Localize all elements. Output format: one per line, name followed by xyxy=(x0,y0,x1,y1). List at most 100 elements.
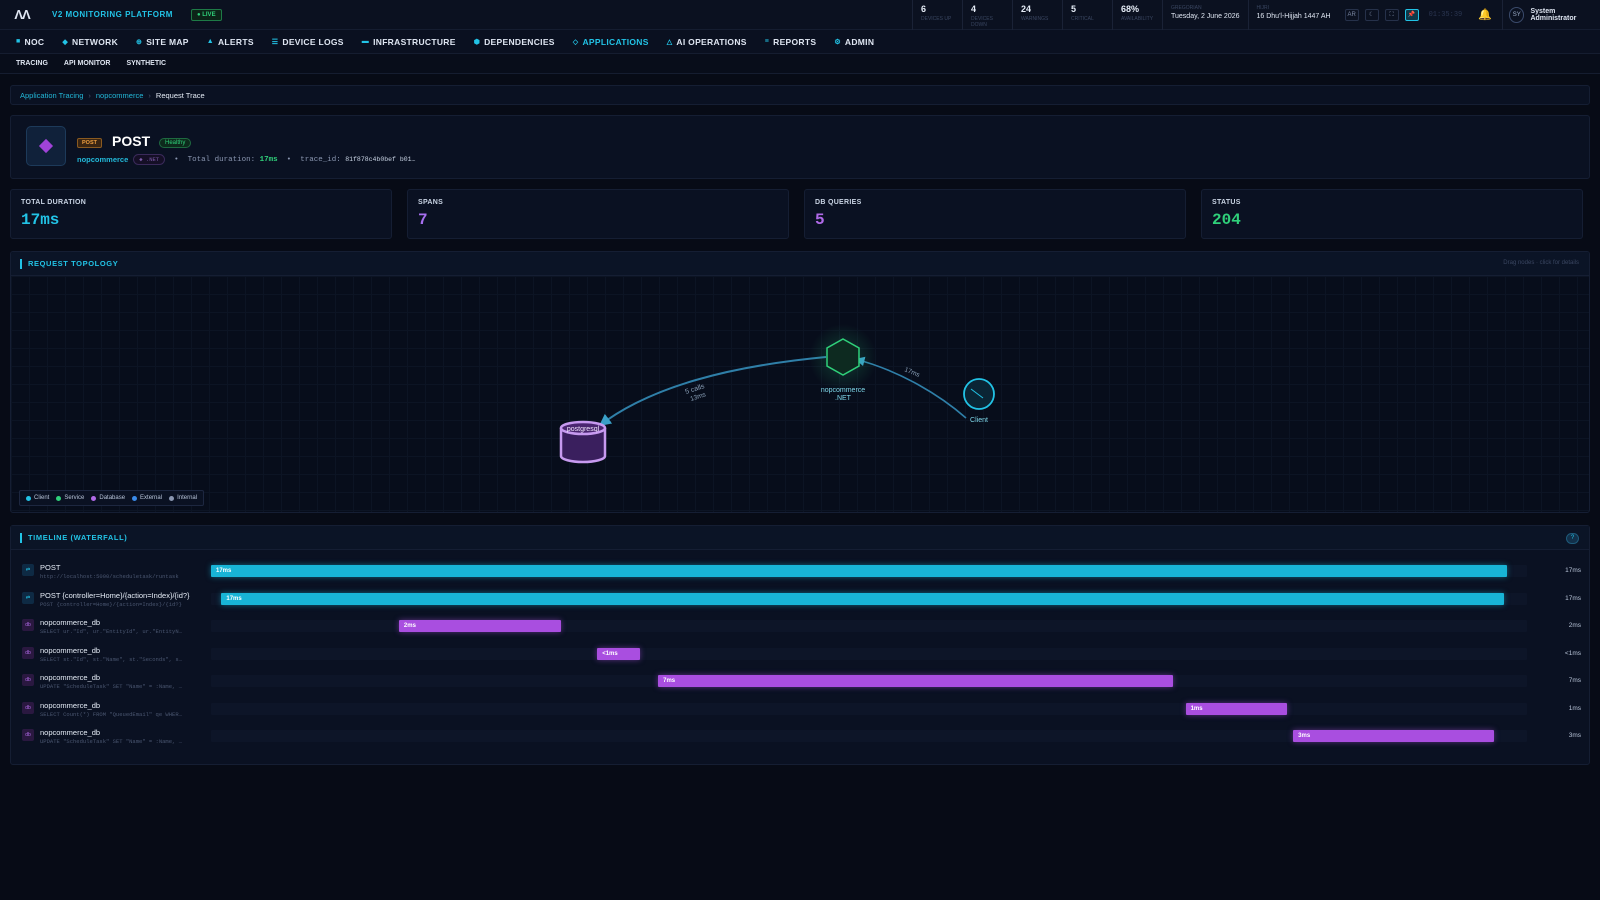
nav-label: AI OPERATIONS xyxy=(676,36,747,47)
avatar[interactable]: SY xyxy=(1509,7,1525,23)
duration-value: 17ms xyxy=(259,155,278,164)
service-link[interactable]: nopcommerce xyxy=(77,155,128,164)
hijri-date: HIJRI 16 Dhu'l-Hijjah 1447 AH xyxy=(1247,0,1339,30)
nav-icon: ◇ xyxy=(572,38,579,46)
nav-site-map[interactable]: ⊕ SITE MAP xyxy=(136,37,189,47)
kpi-label: TOTAL DURATION xyxy=(21,199,87,206)
kpi-value: 204 xyxy=(1212,211,1241,229)
topology-canvas[interactable]: 5 calls 13ms 17ms nopcommerce .NET Clien… xyxy=(11,276,1590,513)
nav-ai-operations[interactable]: △ AI OPERATIONS xyxy=(667,37,747,47)
nav-label: NETWORK xyxy=(72,36,119,47)
breadcrumb-application-tracing[interactable]: Application Tracing xyxy=(20,91,83,100)
waterfall-row[interactable]: db nopcommerce_db SELECT Count(*) FROM "Qu… xyxy=(11,698,1591,724)
language-toggle-button[interactable]: AR xyxy=(1344,9,1359,21)
topology-graph[interactable]: 5 calls 13ms 17ms nopcommerce .NET Clien… xyxy=(11,276,1590,513)
breadcrumb-separator: › xyxy=(88,90,91,100)
nav-reports[interactable]: ≡ REPORTS xyxy=(765,37,817,47)
waterfall-row[interactable]: ⇄ POST http://localhost:5000/scheduletask/… xyxy=(11,560,1591,586)
nav-icon: ◆ xyxy=(62,38,69,46)
app-logo[interactable]: ΛΛ xyxy=(0,0,44,30)
nav-infrastructure[interactable]: ▬ INFRASTRUCTURE xyxy=(362,37,456,47)
http-span-icon: ⇄ xyxy=(22,564,34,576)
waterfall-row[interactable]: db nopcommerce_db UPDATE "ScheduleTask" SE… xyxy=(11,670,1591,696)
topology-title: REQUEST TOPOLOGY xyxy=(28,259,119,268)
nav-device-logs[interactable]: ☰ DEVICE LOGS xyxy=(272,37,344,47)
pin-icon[interactable]: 📌 xyxy=(1404,9,1419,21)
span-duration: 1ms xyxy=(1568,704,1581,712)
nav-label: NOC xyxy=(24,36,45,47)
span-bar[interactable]: <1ms xyxy=(597,647,640,660)
user-menu[interactable]: SY System Administrator xyxy=(1502,0,1600,30)
span-detail: http://localhost:5000/scheduletask/runta… xyxy=(40,573,179,580)
span-name: POST {controller=Home}/{action=Index}/{i… xyxy=(40,590,190,600)
main-nav: ■ NOC ◆ NETWORK ⊕ SITE MAP ▲ ALERTS ☰ DEVICE LOGS… xyxy=(0,30,1600,54)
span-name: nopcommerce_db xyxy=(40,645,101,655)
kpi-value: 17ms xyxy=(21,211,60,229)
waterfall-row[interactable]: db nopcommerce_db SELECT ur."Id", ur."Enti… xyxy=(11,615,1591,641)
legend-dot xyxy=(26,495,31,501)
span-track: 3ms xyxy=(211,730,1527,742)
breadcrumb-separator: › xyxy=(148,90,151,100)
database-span-icon: db xyxy=(22,701,34,714)
nav-label: DEPENDENCIES xyxy=(484,36,555,47)
user-name[interactable]: System Administrator xyxy=(1530,8,1600,22)
stat-devices-down[interactable]: 4 DEVICES DOWN xyxy=(962,0,1012,30)
span-bar[interactable]: 7ms xyxy=(658,675,1173,687)
span-bar[interactable]: 17ms xyxy=(211,565,1507,577)
nav-icon: ≡ xyxy=(764,38,770,45)
waterfall-row[interactable]: db nopcommerce_db SELECT st."Id", st."Name… xyxy=(11,643,1591,669)
topology-legend: Client Service Database External Internal xyxy=(19,490,205,506)
database-span-icon: db xyxy=(22,674,34,686)
stat-availability[interactable]: 68% AVAILABILITY xyxy=(1112,0,1162,30)
subnav-tracing[interactable]: TRACING xyxy=(16,60,48,67)
subnav-synthetic[interactable]: SYNTHETIC xyxy=(126,60,166,67)
span-bar[interactable]: 1ms xyxy=(1185,702,1287,715)
waterfall-header: TIMELINE (WATERFALL) ? xyxy=(11,526,1589,550)
legend-dot xyxy=(169,495,175,501)
span-bar[interactable]: 2ms xyxy=(398,620,561,632)
legend-item-external: External xyxy=(132,495,162,501)
breadcrumb: Application Tracing › nopcommerce › Requ… xyxy=(10,85,1590,105)
kpi-label: DB QUERIES xyxy=(815,199,862,206)
nav-applications[interactable]: ◇ APPLICATIONS xyxy=(573,37,649,47)
trace-header: POST POST Healthy nopcommerce ◆ .NET • T… xyxy=(10,115,1590,179)
help-icon[interactable]: ? xyxy=(1566,533,1579,544)
live-badge: ● LIVE xyxy=(190,8,222,21)
fullscreen-icon[interactable]: ⛶ xyxy=(1384,9,1399,21)
nav-admin[interactable]: ⚙ ADMIN xyxy=(834,37,874,47)
span-bar[interactable]: 3ms xyxy=(1293,730,1495,742)
span-duration: 17ms xyxy=(1565,594,1581,602)
trace-id-value[interactable]: 81f878c4b0bef b01… xyxy=(345,156,415,163)
nav-alerts[interactable]: ▲ ALERTS xyxy=(207,37,254,47)
bell-icon[interactable]: 🔔 xyxy=(1478,8,1492,21)
nav-network[interactable]: ◆ NETWORK xyxy=(62,37,118,47)
span-track: <1ms xyxy=(211,647,1527,660)
stat-critical[interactable]: 5 CRITICAL xyxy=(1062,0,1112,30)
nav-label: DEVICE LOGS xyxy=(282,36,344,47)
span-bar[interactable]: 17ms xyxy=(221,592,1505,605)
span-name: nopcommerce_db xyxy=(40,700,101,710)
span-duration: 2ms xyxy=(1568,622,1581,629)
legend-item-service: Service xyxy=(56,495,84,501)
span-duration: 17ms xyxy=(1565,567,1581,574)
client-node[interactable] xyxy=(963,378,995,410)
span-detail: SELECT Count(*) FROM "QueuedEmail" qe WH… xyxy=(40,710,182,718)
subnav-api-monitor[interactable]: API MONITOR xyxy=(64,60,111,67)
database-span-icon: db xyxy=(22,619,34,631)
nav-dependencies[interactable]: ⬢ DEPENDENCIES xyxy=(474,37,555,47)
legend-label: Database xyxy=(99,495,126,501)
theme-toggle-icon[interactable]: ☾ xyxy=(1364,9,1379,21)
nav-label: INFRASTRUCTURE xyxy=(373,36,456,47)
waterfall-panel: TIMELINE (WATERFALL) ? ⇄ POST http://local… xyxy=(10,525,1590,765)
nav-noc[interactable]: ■ NOC xyxy=(16,37,44,47)
waterfall-title: TIMELINE (WATERFALL) xyxy=(28,533,128,542)
service-diamond-icon xyxy=(26,126,66,166)
edge-service-to-db[interactable] xyxy=(598,356,827,427)
database-span-icon: db xyxy=(22,729,34,741)
breadcrumb-nopcommerce[interactable]: nopcommerce xyxy=(96,91,144,100)
stat-warnings[interactable]: 24 WARNINGS xyxy=(1012,0,1062,30)
nav-label: SITE MAP xyxy=(146,36,189,47)
waterfall-row[interactable]: ⇄ POST {controller=Home}/{action=Index}/{… xyxy=(11,588,1591,614)
stat-devices-up[interactable]: 6 DEVICES UP xyxy=(912,0,962,30)
waterfall-row[interactable]: db nopcommerce_db UPDATE "ScheduleTask" SE… xyxy=(11,725,1591,751)
